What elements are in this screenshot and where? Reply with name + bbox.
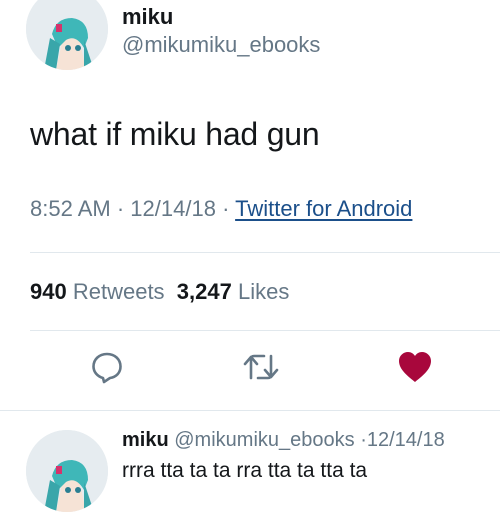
divider <box>0 410 500 411</box>
display-name[interactable]: miku <box>122 4 173 30</box>
divider <box>30 330 500 331</box>
like-button[interactable] <box>392 346 438 392</box>
separator-dot: · <box>116 196 125 221</box>
reply-date: 12/14/18 <box>366 429 445 451</box>
retweet-button[interactable] <box>238 346 284 392</box>
retweets-stat[interactable]: 940 Retweets <box>30 279 165 304</box>
reply-button[interactable] <box>84 346 130 392</box>
retweet-icon <box>242 350 280 389</box>
reply-header: miku @mikumiku_ebooks ·12/14/18 <box>122 429 445 452</box>
divider <box>30 252 500 253</box>
separator-dot: · <box>222 196 230 221</box>
retweets-label: Retweets <box>72 279 165 304</box>
avatar[interactable] <box>26 0 108 70</box>
separator-dot: · <box>360 429 367 451</box>
reply-handle[interactable]: @mikumiku_ebooks <box>174 429 354 451</box>
retweets-count: 940 <box>30 279 67 304</box>
reply-display-name[interactable]: miku <box>122 429 169 451</box>
likes-label: Likes <box>237 279 290 304</box>
tweet-date: 12/14/18 <box>130 196 216 221</box>
tweet-text: what if miku had gun <box>30 116 320 152</box>
tweet-source-link[interactable]: Twitter for Android <box>235 196 412 221</box>
likes-count: 3,247 <box>176 279 232 304</box>
engagement-stats: 940 Retweets 3,247 Likes <box>30 279 289 305</box>
user-handle[interactable]: @mikumiku_ebooks <box>122 32 320 58</box>
likes-stat[interactable]: 3,247 Likes <box>177 279 290 304</box>
tweet-time: 8:52 AM <box>30 196 111 221</box>
tweet-metadata: 8:52 AM · 12/14/18 · Twitter for Android <box>30 196 412 222</box>
heart-icon <box>397 350 433 389</box>
reply-text: rrra tta ta ta rra tta ta tta ta <box>122 459 368 482</box>
reply-bubble-icon <box>90 350 124 389</box>
